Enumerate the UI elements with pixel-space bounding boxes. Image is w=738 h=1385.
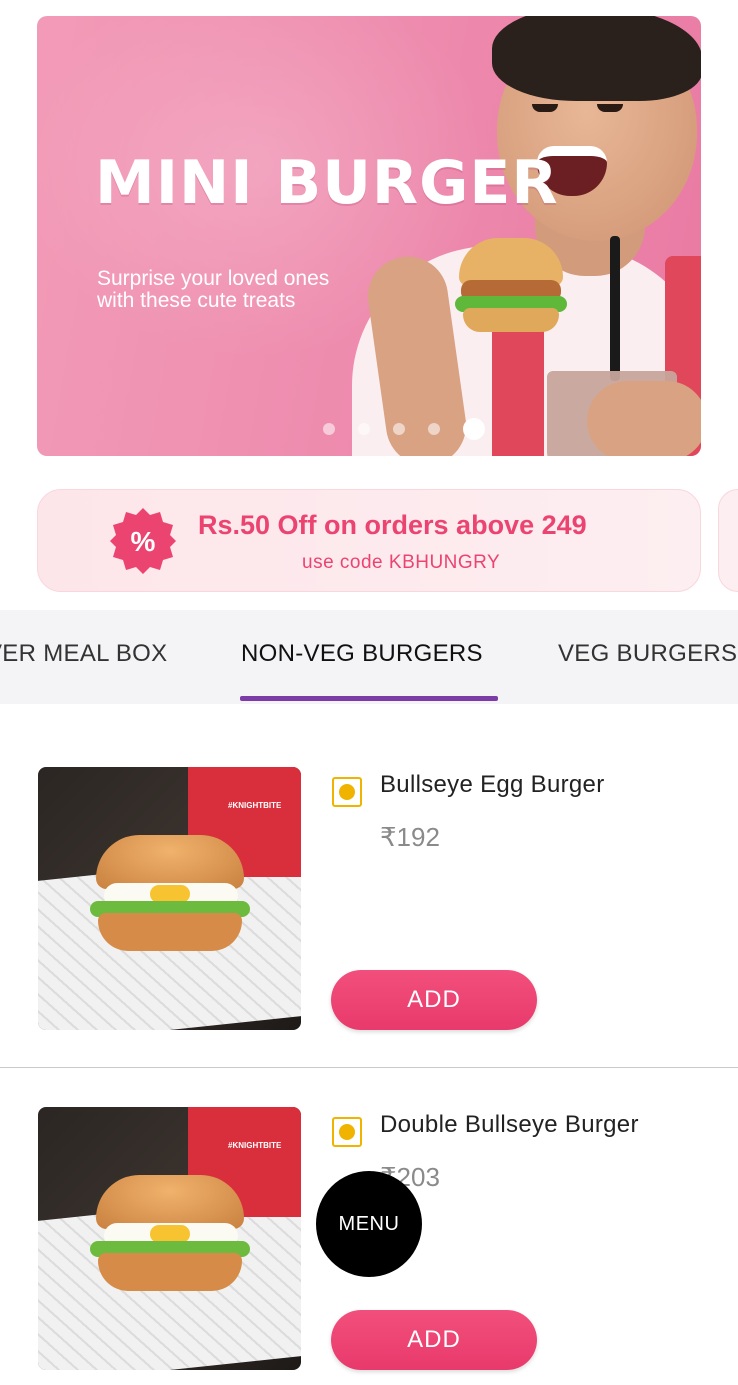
- egg-indicator-icon: [332, 777, 362, 807]
- product-price: ₹192: [380, 822, 440, 852]
- item-divider: [0, 1067, 738, 1068]
- carousel-dot-active[interactable]: [463, 418, 485, 440]
- egg-indicator-icon: [332, 1117, 362, 1147]
- offer-code: use code KBHUNGRY: [302, 552, 501, 573]
- badge-symbol: %: [131, 526, 156, 557]
- tab-non-veg-burgers[interactable]: NON-VEG BURGERS: [241, 640, 483, 668]
- carousel-dot[interactable]: [393, 423, 405, 435]
- offer-card-next[interactable]: [718, 489, 738, 592]
- offer-title: Rs.50 Off on orders above 249: [198, 510, 587, 540]
- banner-drink-straw: [610, 236, 620, 381]
- promo-banner[interactable]: MINI BURGER Surprise your loved ones wit…: [37, 16, 701, 456]
- product-name: Double Bullseye Burger: [380, 1111, 639, 1138]
- offer-card[interactable]: % Rs.50 Off on orders above 249 use code…: [37, 489, 701, 592]
- carousel-dot[interactable]: [428, 423, 440, 435]
- product-burger-image: [90, 835, 250, 955]
- add-button[interactable]: ADD: [331, 1310, 537, 1370]
- tab-veg-burgers[interactable]: VEG BURGERS: [558, 640, 737, 668]
- banner-kid-eye: [597, 104, 623, 112]
- product-burger-image: [90, 1175, 250, 1295]
- product-image[interactable]: #KNIGHTBITE: [38, 767, 301, 1030]
- discount-badge-icon: %: [110, 508, 176, 574]
- banner-subtitle-line: with these cute treats: [97, 289, 296, 312]
- banner-subtitle: Surprise your loved ones with these cute…: [97, 268, 397, 312]
- banner-kid-eye: [532, 104, 558, 112]
- product-image[interactable]: #KNIGHTBITE: [38, 1107, 301, 1370]
- carousel-dot[interactable]: [358, 423, 370, 435]
- banner-kid-hair: [492, 16, 701, 101]
- carousel-dot[interactable]: [323, 423, 335, 435]
- banner-kid-hand: [587, 381, 701, 456]
- tab-meal-box[interactable]: VER MEAL BOX: [0, 640, 167, 668]
- banner-title: MINI BURGER: [95, 148, 559, 218]
- category-tabs: VER MEAL BOX NON-VEG BURGERS VEG BURGERS: [0, 610, 738, 704]
- image-brand-text: #KNIGHTBITE: [228, 801, 282, 810]
- image-brand-text: #KNIGHTBITE: [228, 1141, 282, 1150]
- banner-burger-image: [455, 238, 567, 338]
- product-name: Bullseye Egg Burger: [380, 771, 605, 798]
- carousel-dots: [323, 418, 485, 440]
- active-tab-indicator: [240, 696, 498, 701]
- menu-fab-button[interactable]: MENU: [316, 1171, 422, 1277]
- add-button[interactable]: ADD: [331, 970, 537, 1030]
- banner-subtitle-line: Surprise your loved ones: [97, 267, 330, 290]
